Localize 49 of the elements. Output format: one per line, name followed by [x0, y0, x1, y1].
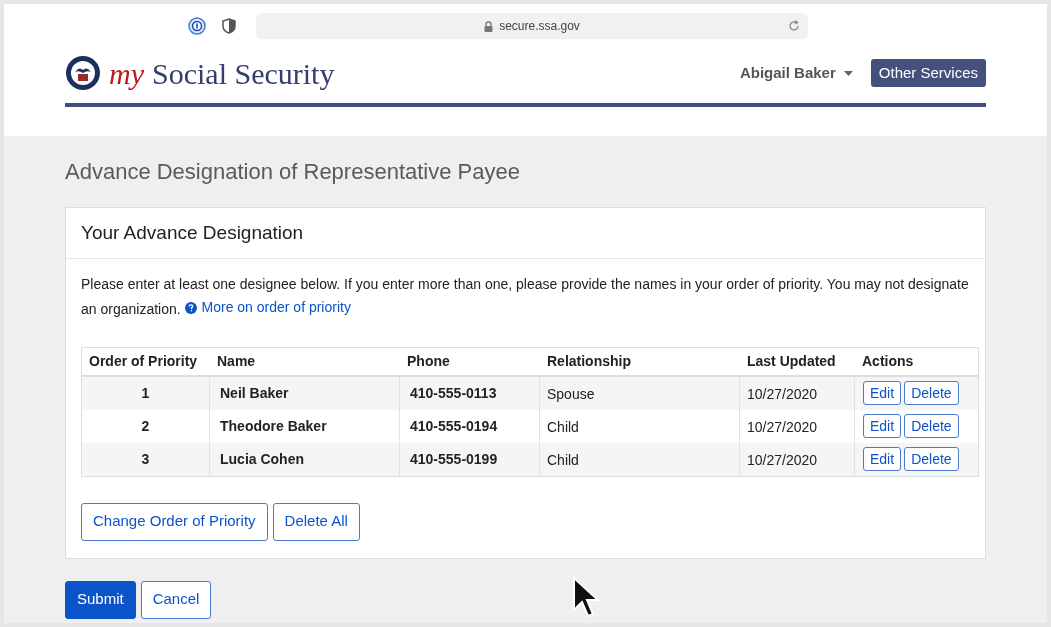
- table-cell-text: Child: [547, 417, 579, 437]
- column-header: Relationship: [547, 351, 631, 371]
- column-header: Order of Priority: [89, 351, 198, 371]
- delete-button[interactable]: Delete: [904, 381, 959, 405]
- column-header: Last Updated: [747, 351, 836, 371]
- submit-button[interactable]: Submit: [65, 580, 136, 619]
- logo-text: Social Security: [152, 55, 335, 92]
- password-manager-icon[interactable]: [188, 17, 206, 35]
- table-cell-text: Neil Baker: [220, 383, 289, 403]
- cancel-button[interactable]: Cancel: [140, 580, 212, 619]
- edit-button[interactable]: Edit: [863, 447, 902, 471]
- other-services-button[interactable]: Other Services: [870, 59, 986, 87]
- caret-icon: [843, 70, 853, 76]
- column-header: Name: [217, 351, 256, 371]
- column-header: Phone: [407, 351, 450, 371]
- seal-logo-icon[interactable]: [65, 55, 101, 91]
- order-priority-link[interactable]: More on order of priority: [184, 296, 351, 319]
- table-cell-text: Lucia Cohen: [220, 449, 304, 469]
- url-text: secure.ssa.gov: [499, 18, 580, 35]
- table-cell-text: 1: [141, 383, 150, 403]
- mouse-pointer-icon: [572, 576, 600, 620]
- card-title: Your Advance Designation: [81, 220, 304, 245]
- table-cell-text: 410-555-0199: [410, 449, 498, 469]
- change-order-button[interactable]: Change Order of Priority: [81, 502, 268, 541]
- edit-button[interactable]: Edit: [863, 414, 902, 438]
- page-title: Advance Designation of Representative Payee: [65, 158, 521, 186]
- table-cell-text: 10/27/2020: [747, 417, 818, 437]
- delete-button[interactable]: Delete: [904, 447, 959, 471]
- delete-button[interactable]: Delete: [904, 414, 959, 438]
- table-cell-text: Spouse: [547, 384, 595, 404]
- table-cell-text: Child: [547, 450, 579, 470]
- table-cell-text: Theodore Baker: [220, 416, 327, 436]
- user-menu[interactable]: Abigail Baker: [739, 61, 853, 85]
- table-cell-text: 410-555-0113: [410, 383, 497, 403]
- reload-icon[interactable]: [788, 20, 800, 32]
- intro-paragraph: Please enter at least one designee below. If you enter more than one, please provide the names in your order of priority. You may not designate an organization. More on order of priority: [81, 275, 970, 321]
- column-header: Actions: [862, 351, 914, 371]
- table-cell-text: 10/27/2020: [747, 450, 818, 470]
- shield-icon[interactable]: [222, 18, 236, 34]
- edit-button[interactable]: Edit: [863, 381, 902, 405]
- address-bar[interactable]: secure.ssa.gov: [256, 13, 808, 39]
- lock-icon: [484, 20, 494, 32]
- help-icon: [184, 301, 197, 314]
- table-cell-text: 410-555-0194: [410, 416, 498, 436]
- table-cell-text: 3: [141, 449, 150, 469]
- table-cell-text: 10/27/2020: [747, 384, 818, 404]
- logo-prefix: my: [109, 55, 144, 92]
- table-cell-text: 2: [141, 416, 150, 436]
- delete-all-button[interactable]: Delete All: [272, 502, 360, 541]
